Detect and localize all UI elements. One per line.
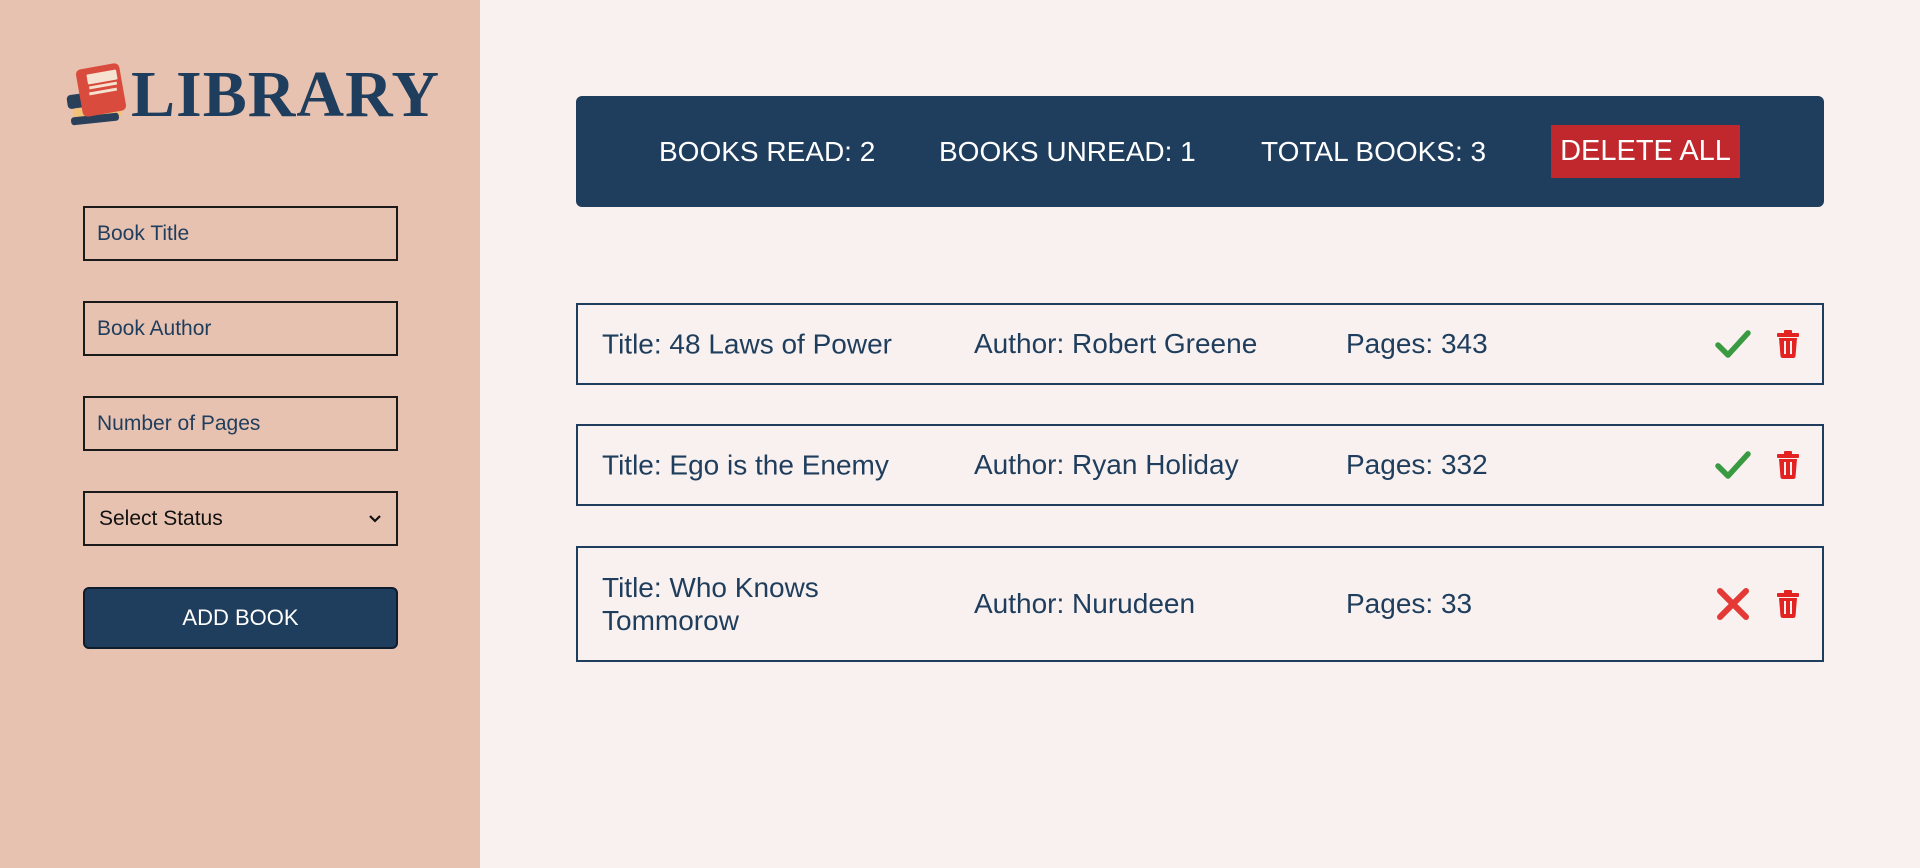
book-pages: Pages: 33 — [1346, 588, 1473, 619]
total-books-count: TOTAL BOOKS: 3 — [1261, 136, 1487, 167]
book-title: Title: Who Knows Tommorow — [602, 572, 819, 636]
chevron-down-icon — [369, 514, 381, 523]
delete-all-button[interactable]: DELETE ALL — [1551, 125, 1740, 178]
stats-bar: BOOKS READ: 2 BOOKS UNREAD: 1 TOTAL BOOK… — [576, 96, 1824, 207]
add-book-button[interactable]: ADD BOOK — [83, 587, 398, 649]
book-title: Title: 48 Laws of Power — [602, 328, 892, 360]
book-title: Title: Ego is the Enemy — [602, 449, 889, 481]
book-author: Author: Nurudeen — [974, 588, 1196, 619]
number-of-pages-input[interactable] — [83, 396, 398, 451]
app-title: LIBRARY — [131, 58, 441, 131]
book-pages: Pages: 343 — [1346, 328, 1488, 359]
book-author-input[interactable] — [83, 301, 398, 356]
books-unread-count: BOOKS UNREAD: 1 — [939, 136, 1196, 167]
book-author: Author: Robert Greene — [974, 328, 1258, 359]
sidebar: LIBRARY Select Status ADD BOOK — [0, 0, 480, 868]
trash-icon[interactable] — [1776, 330, 1800, 358]
book-card: Title: Who Knows Tommorow Author: Nurude… — [576, 546, 1824, 662]
logo: LIBRARY — [65, 60, 440, 130]
trash-icon[interactable] — [1776, 451, 1800, 479]
book-stack-icon — [66, 63, 127, 126]
book-author: Author: Ryan Holiday — [974, 449, 1239, 480]
book-card: Title: 48 Laws of Power Author: Robert G… — [576, 303, 1824, 385]
book-card: Title: Ego is the Enemy Author: Ryan Hol… — [576, 424, 1824, 506]
status-select-value: Select Status — [99, 506, 223, 530]
cross-icon[interactable] — [1714, 585, 1752, 623]
check-icon[interactable] — [1714, 325, 1752, 363]
check-icon[interactable] — [1714, 446, 1752, 484]
trash-icon[interactable] — [1776, 590, 1800, 618]
status-select[interactable]: Select Status — [83, 491, 398, 546]
book-title-input[interactable] — [83, 206, 398, 261]
books-read-count: BOOKS READ: 2 — [659, 136, 876, 167]
book-pages: Pages: 332 — [1346, 449, 1488, 480]
